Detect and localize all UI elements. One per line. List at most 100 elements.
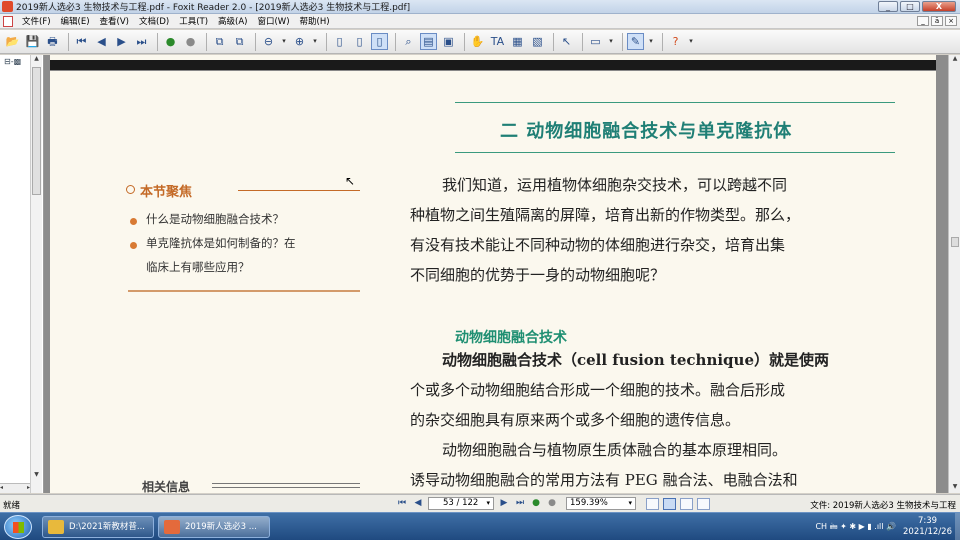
doc-close-button[interactable]: × — [945, 16, 957, 26]
toolbar-separator — [326, 32, 327, 51]
print-icon[interactable]: 🖶 — [44, 33, 61, 50]
chevron-down-icon[interactable]: ▾ — [486, 498, 490, 509]
minimize-button[interactable]: _ — [878, 1, 898, 12]
close-button[interactable]: X — [922, 1, 956, 12]
chevron-down-icon[interactable]: ▾ — [311, 33, 319, 50]
go-back-icon[interactable]: ● — [530, 497, 542, 510]
doc-restore-button[interactable]: ā — [931, 16, 943, 26]
paragraph-line[interactable]: 种植物之间生殖隔离的屏障，培育出新的作物类型。那么， — [410, 204, 800, 225]
bullet-icon — [130, 218, 137, 225]
bookmark-tree-icon[interactable]: ⊟-▩ — [4, 57, 30, 67]
scroll-up-icon[interactable]: ▲ — [950, 55, 960, 65]
start-button[interactable] — [4, 515, 32, 539]
nav-scroll-thumb[interactable] — [32, 67, 41, 195]
document-scrollbar[interactable]: ▲ ▼ — [948, 55, 960, 493]
scroll-right-icon[interactable]: ▸ — [27, 484, 30, 491]
select-arrow-icon[interactable]: ↖ — [558, 33, 575, 50]
related-info-rule — [212, 487, 360, 488]
paragraph-line[interactable]: 有没有技术能让不同种动物的体细胞进行杂交，培育出集 — [410, 234, 785, 255]
actual-size-icon[interactable]: ▯ — [331, 33, 348, 50]
open-icon[interactable]: 📂 — [4, 33, 21, 50]
chevron-down-icon[interactable]: ▾ — [628, 498, 632, 509]
chevron-down-icon[interactable]: ▾ — [647, 33, 655, 50]
save-icon[interactable]: 💾 — [24, 33, 41, 50]
page-number-field[interactable]: 53 / 122 ▾ — [428, 497, 494, 510]
document-view[interactable]: 二 动物细胞融合技术与单克隆抗体 本节聚焦 什么是动物细胞融合技术？ 单克隆抗体… — [44, 55, 948, 493]
continuous-layout-icon[interactable] — [663, 497, 676, 510]
toolbar-separator — [553, 32, 554, 51]
bookmark-icon[interactable]: ▧ — [529, 33, 546, 50]
menu-document[interactable]: 文档(D) — [134, 15, 174, 27]
go-forward-icon[interactable]: ● — [546, 497, 558, 510]
taskbar-explorer[interactable]: D:\2021新教材普... — [42, 516, 154, 538]
body-line[interactable]: 动物细胞融合与植物原生质体融合的基本原理相同。 — [442, 439, 787, 460]
prev-page-icon[interactable]: ◀ — [412, 497, 424, 510]
scroll-down-icon[interactable]: ▼ — [32, 471, 41, 481]
paragraph-line[interactable]: 不同细胞的优势于一身的动物细胞呢？ — [410, 264, 665, 285]
facing-layout-icon[interactable] — [680, 497, 693, 510]
menu-advanced[interactable]: 高级(A) — [213, 15, 252, 27]
show-desktop-button[interactable] — [955, 513, 960, 540]
fit-page-icon[interactable]: ▯ — [351, 33, 368, 50]
menu-view[interactable]: 查看(V) — [95, 15, 134, 27]
chevron-down-icon[interactable]: ▾ — [687, 33, 695, 50]
document-scroll-thumb[interactable] — [951, 237, 959, 247]
zoom-out-icon[interactable]: ⊖ — [260, 33, 277, 50]
nav-scrollbar[interactable]: ▲ ▼ — [30, 55, 42, 493]
definition-line[interactable]: 动物细胞融合技术（cell fusion technique）就是使两 — [442, 349, 829, 370]
go-back-icon[interactable]: ● — [162, 33, 179, 50]
scroll-up-icon[interactable]: ▲ — [32, 55, 41, 65]
prev-page-icon[interactable]: ◀ — [93, 33, 110, 50]
snapshot-icon[interactable]: ▦ — [509, 33, 526, 50]
scroll-down-icon[interactable]: ▼ — [950, 483, 960, 493]
menu-tools[interactable]: 工具(T) — [174, 15, 213, 27]
doc-minimize-button[interactable]: _ — [917, 16, 929, 26]
zoom-in-icon[interactable]: ⊕ — [291, 33, 308, 50]
clock[interactable]: 7:39 2021/12/26 — [903, 516, 952, 538]
section-title: 二 动物细胞融合技术与单克隆抗体 — [500, 121, 793, 142]
next-page-icon[interactable]: ▶ — [113, 33, 130, 50]
next-page-icon[interactable]: ▶ — [498, 497, 510, 510]
document-window-controls: _ ā × — [917, 16, 957, 26]
zoom-field[interactable]: 159.39% ▾ — [566, 497, 636, 510]
first-page-icon[interactable]: ⏮ — [73, 33, 90, 50]
comment-icon[interactable]: ▭ — [587, 33, 604, 50]
paste-icon[interactable]: ⧉ — [231, 33, 248, 50]
copy-icon[interactable]: ⧉ — [211, 33, 228, 50]
continuous-facing-layout-icon[interactable] — [697, 497, 710, 510]
sidebox-title-rule — [238, 190, 360, 191]
single-page-layout-icon[interactable] — [646, 497, 659, 510]
last-page-icon[interactable]: ⏭ — [514, 497, 526, 510]
binoculars-icon[interactable]: ⌕ — [400, 33, 417, 50]
chevron-down-icon[interactable]: ▾ — [280, 33, 288, 50]
toolbar-separator — [68, 32, 69, 51]
scroll-left-icon[interactable]: ◂ — [0, 484, 3, 491]
nav-horizontal-scrollbar[interactable]: ◂ ▸ — [0, 483, 30, 493]
menu-window[interactable]: 窗口(W) — [252, 15, 294, 27]
chevron-down-icon[interactable]: ▾ — [607, 33, 615, 50]
go-forward-icon[interactable]: ● — [182, 33, 199, 50]
form-icon[interactable]: ▣ — [440, 33, 457, 50]
document-icon[interactable] — [3, 15, 13, 27]
hand-tool-icon[interactable]: ✋ — [469, 33, 486, 50]
toolbar-separator — [395, 32, 396, 51]
system-tray[interactable]: CH 🖮 ✦ ✱ ▶ ▮ .ıll 🔊 — [815, 521, 896, 535]
body-line[interactable]: 诱导动物细胞融合的常用方法有 PEG 融合法、电融合法和 — [410, 469, 798, 490]
menu-edit[interactable]: 编辑(E) — [56, 15, 95, 27]
pencil-icon[interactable]: ✎ — [627, 33, 644, 50]
last-page-icon[interactable]: ⏭ — [133, 33, 150, 50]
single-page-icon[interactable]: ▤ — [420, 33, 437, 50]
maximize-button[interactable]: □ — [900, 1, 920, 12]
paragraph-line[interactable]: 我们知道，运用植物体细胞杂交技术，可以跨越不同 — [442, 174, 787, 195]
page-top-band — [50, 60, 936, 70]
body-line[interactable]: 的杂交细胞具有原来两个或多个细胞的遗传信息。 — [410, 409, 740, 430]
status-text: 就绪 — [3, 501, 21, 511]
text-select-icon[interactable]: TA — [489, 33, 506, 50]
help-icon[interactable]: ? — [667, 33, 684, 50]
fit-width-icon[interactable]: ▯ — [371, 33, 388, 50]
first-page-icon[interactable]: ⏮ — [396, 497, 408, 510]
body-line[interactable]: 个或多个动物细胞结合形成一个细胞的技术。融合后形成 — [410, 379, 785, 400]
menu-file[interactable]: 文件(F) — [17, 15, 56, 27]
menu-help[interactable]: 帮助(H) — [295, 15, 335, 27]
taskbar-foxit[interactable]: 2019新人选必3 ... — [158, 516, 270, 538]
